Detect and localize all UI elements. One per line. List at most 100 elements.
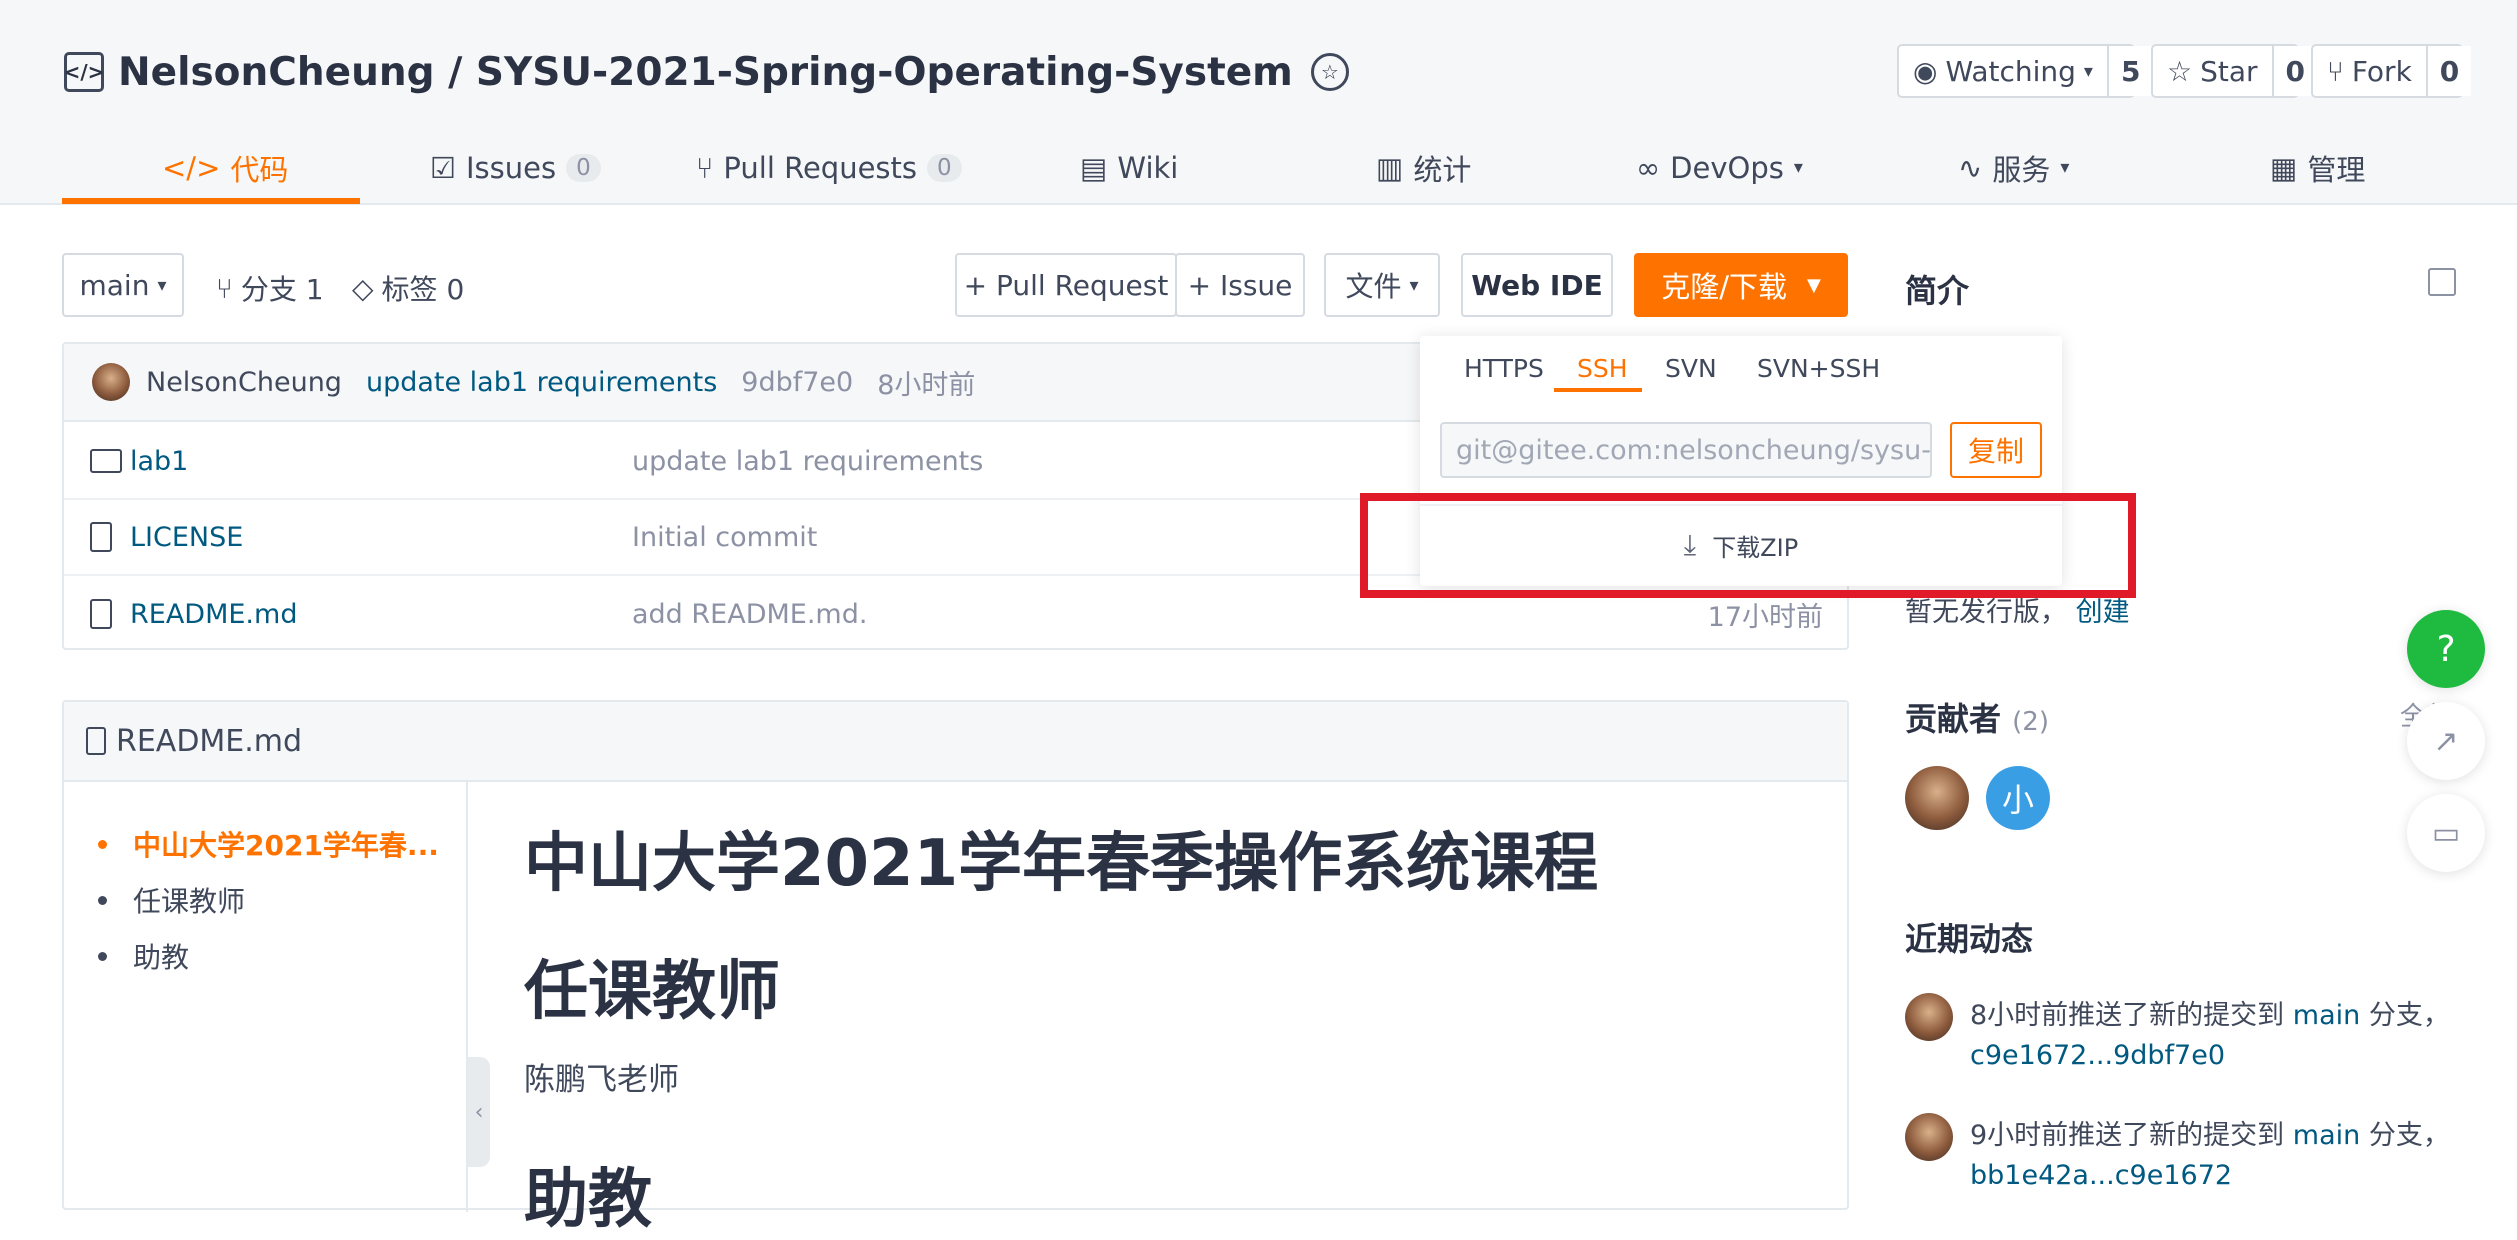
caret-down-icon: ▾ <box>2060 157 2070 178</box>
avatar[interactable] <box>1905 993 1953 1041</box>
manage-icon: ▦ <box>2270 150 2298 185</box>
branch-select[interactable]: main ▾ <box>62 253 184 317</box>
readme-panel: README.md 中山大学2021学年春... 任课教师 助教 ‹ 中山大学2… <box>62 700 1849 1237</box>
readme-filename: README.md <box>116 723 303 759</box>
fork-icon: ⑂ <box>2327 54 2344 88</box>
pulse-icon: ∿ <box>1958 150 1983 185</box>
collapse-toc-button[interactable]: ‹ <box>468 1057 490 1167</box>
file-commit-message[interactable]: Initial commit <box>632 522 817 553</box>
branches-label: 分支 1 <box>240 273 324 306</box>
web-ide-button[interactable]: Web IDE <box>1461 253 1613 317</box>
bullet-icon <box>98 951 107 961</box>
tab-code[interactable]: </> 代码 <box>162 130 288 205</box>
bullet-icon <box>98 839 107 849</box>
tab-pull-requests[interactable]: ⑂ Pull Requests 0 <box>696 130 962 205</box>
watch-button[interactable]: ◉ Watching ▾ 5 <box>1897 44 2153 98</box>
activity-commit-range[interactable]: c9e1672...9dbf7e0 <box>1970 1040 2225 1071</box>
pull-request-icon: ⑂ <box>696 150 714 185</box>
tab-label: 统计 <box>1413 152 1472 187</box>
comment-button[interactable]: ▭ <box>2407 794 2485 872</box>
help-button[interactable]: ? <box>2407 610 2485 688</box>
tab-stats[interactable]: ▥ 统计 <box>1376 130 1471 205</box>
eye-icon: ◉ <box>1913 54 1938 88</box>
protocol-tab-svn-ssh[interactable]: SVN+SSH <box>1757 354 1880 383</box>
commit-hash[interactable]: 9dbf7e0 <box>741 367 853 398</box>
tab-devops[interactable]: ∞ DevOps ▾ <box>1636 130 1803 205</box>
readme-heading: 任课教师 <box>524 955 780 1029</box>
activity-branch-link[interactable]: main <box>2293 1120 2360 1151</box>
toc-item[interactable]: 助教 <box>98 936 189 976</box>
repo-tabs: </> 代码 ☑ Issues 0 ⑂ Pull Requests 0 ▤ Wiki ▥ 统计… <box>62 130 2462 205</box>
clone-download-button[interactable]: 克隆/下载 ▼ <box>1634 253 1848 317</box>
tab-issues[interactable]: ☑ Issues 0 <box>430 130 601 205</box>
contributor-avatar[interactable] <box>1905 766 1969 830</box>
toc-label: 助教 <box>133 941 190 974</box>
share-button[interactable]: ↗ <box>2407 702 2485 780</box>
protocol-tab-https[interactable]: HTTPS <box>1464 354 1544 383</box>
branch-name: main <box>79 268 150 302</box>
activity-item: 8小时前推送了新的提交到 main 分支， c9e1672...9dbf7e0 <box>1970 996 2450 1076</box>
repo-header: </> NelsonCheung / SYSU-2021-Spring-Oper… <box>0 0 2517 205</box>
activity-title: 近期动态 <box>1905 920 2034 958</box>
tab-label: 代码 <box>230 152 289 187</box>
toc-item[interactable]: 中山大学2021学年春... <box>98 824 439 864</box>
folder-icon <box>90 449 122 473</box>
tab-wiki[interactable]: ▤ Wiki <box>1080 130 1178 205</box>
branches-link[interactable]: ⑂ 分支 1 <box>216 268 324 308</box>
clone-url-input[interactable]: git@gitee.com:nelsoncheung/sysu-2021-spr… <box>1440 422 1932 478</box>
readme-heading: 助教 <box>524 1163 652 1237</box>
commit-author[interactable]: NelsonCheung <box>146 367 342 398</box>
commit-message[interactable]: update lab1 requirements <box>366 367 717 398</box>
activity-branch-link[interactable]: main <box>2293 1000 2360 1031</box>
repo-name[interactable]: NelsonCheung / SYSU-2021-Spring-Operatin… <box>118 50 1293 95</box>
copy-button[interactable]: 复制 <box>1950 422 2042 478</box>
file-name[interactable]: LICENSE <box>130 522 243 553</box>
protocol-tab-ssh[interactable]: SSH <box>1577 354 1628 383</box>
release-text: 暂无发行版， <box>1905 597 2067 628</box>
toc-item[interactable]: 任课教师 <box>98 880 245 920</box>
file-menu-button[interactable]: 文件 ▾ <box>1324 253 1440 317</box>
tag-icon: ◇ <box>352 271 374 305</box>
file-name[interactable]: README.md <box>130 599 297 630</box>
comment-icon: ▭ <box>2431 815 2461 851</box>
fork-button[interactable]: ⑂ Fork 0 <box>2311 44 2472 98</box>
activity-suffix: 分支， <box>2360 1120 2450 1151</box>
activity-text: 9小时前推送了新的提交到 <box>1970 1120 2293 1151</box>
contributor-avatar[interactable]: 小 <box>1986 766 2050 830</box>
toc-label: 任课教师 <box>133 885 246 918</box>
file-icon <box>90 522 112 552</box>
file-icon <box>86 727 106 755</box>
protocol-tab-svn[interactable]: SVN <box>1665 354 1717 383</box>
tab-label: Issues <box>466 150 557 185</box>
toc-label: 中山大学2021学年春... <box>133 829 439 862</box>
infinity-icon: ∞ <box>1636 150 1661 185</box>
file-label: 文件 <box>1345 270 1402 303</box>
tab-label: 管理 <box>2307 152 2366 187</box>
activity-commit-range[interactable]: bb1e42a...c9e1672 <box>1970 1160 2232 1191</box>
contributors-count: (2) <box>2012 707 2049 737</box>
readme-header: README.md <box>64 702 1847 782</box>
issues-icon: ☑ <box>430 150 456 185</box>
tab-label: DevOps <box>1670 150 1784 185</box>
watch-count[interactable]: 5 <box>2106 46 2153 96</box>
commit-time: 8小时前 <box>877 369 976 401</box>
fork-count[interactable]: 0 <box>2425 46 2472 96</box>
repo-code-icon: </> <box>64 52 104 92</box>
recommend-badge-icon[interactable]: ☆ <box>1310 53 1349 91</box>
new-issue-button[interactable]: + Issue <box>1175 253 1305 317</box>
avatar[interactable] <box>92 363 130 401</box>
tab-manage[interactable]: ▦ 管理 <box>2270 130 2365 205</box>
create-release-link[interactable]: 创建 <box>2076 597 2130 628</box>
bullet-icon <box>98 895 107 905</box>
star-button[interactable]: ☆ Star 0 <box>2151 44 2318 98</box>
file-name[interactable]: lab1 <box>130 446 188 477</box>
tab-label: Pull Requests <box>723 150 918 185</box>
edit-icon[interactable] <box>2428 268 2456 296</box>
tags-link[interactable]: ◇ 标签 0 <box>352 268 464 308</box>
tab-services[interactable]: ∿ 服务 ▾ <box>1958 130 2069 205</box>
contributors-label: 贡献者 <box>1905 700 2002 738</box>
new-pull-request-button[interactable]: + Pull Request <box>955 253 1177 317</box>
file-commit-message[interactable]: add README.md. <box>632 599 867 630</box>
avatar[interactable] <box>1905 1113 1953 1161</box>
file-commit-message[interactable]: update lab1 requirements <box>632 446 983 477</box>
